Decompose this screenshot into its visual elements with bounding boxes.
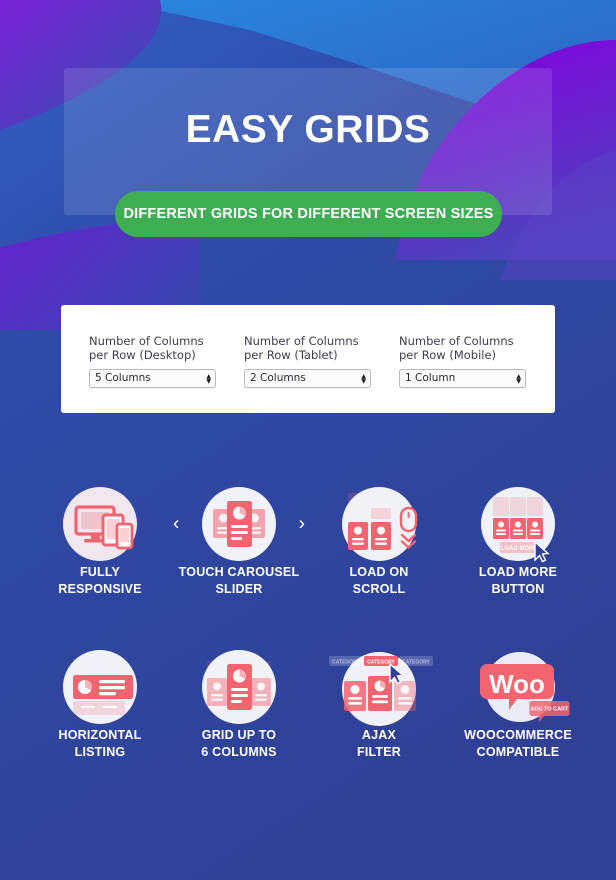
tablet-label-line1: Number of Columns [244, 334, 359, 348]
stepper-arrows-icon: ▲ ▼ [361, 372, 366, 385]
feature-label: WOOCOMMERCE COMPATIBLE [443, 727, 593, 761]
setting-group-mobile: Number of Columns per Row (Mobile) 1 Col… [399, 334, 554, 388]
grid-columns-icon [164, 647, 314, 727]
tablet-columns-label: Number of Columns per Row (Tablet) [244, 334, 399, 362]
feature-fully-responsive[interactable]: FULLY RESPONSIVE [25, 484, 175, 598]
hero-subtitle-button[interactable]: DIFFERENT GRIDS FOR DIFFERENT SCREEN SIZ… [115, 191, 502, 237]
feature-label-line2: BUTTON [491, 582, 545, 596]
feature-horizontal-listing[interactable]: HORIZONTAL LISTING [25, 647, 175, 761]
feature-label: TOUCH CAROUSEL SLIDER [164, 564, 314, 598]
carousel-slider-icon: ‹ › [164, 484, 314, 564]
desktop-columns-label: Number of Columns per Row (Desktop) [89, 334, 244, 362]
feature-label: AJAX FILTER [304, 727, 454, 761]
desktop-label-line2: per Row (Desktop) [89, 348, 196, 362]
page-title: EASY GRIDS [185, 108, 431, 151]
carousel-prev-arrow-icon[interactable]: ‹ [173, 515, 179, 534]
tablet-label-line2: per Row (Tablet) [244, 348, 338, 362]
feature-label-line2: FILTER [356, 745, 402, 759]
feature-load-more-button[interactable]: LOAD MORE LOAD MORE BUTTON [443, 484, 593, 598]
woocommerce-icon: $ Woo ADD TO CART [443, 647, 593, 727]
feature-ajax-filter[interactable]: CATEGORY CATEGORY CATEGORY AJAX FILTER [304, 647, 454, 761]
desktop-columns-select[interactable]: 5 Columns ▲ ▼ [89, 369, 216, 388]
feature-touch-carousel-slider[interactable]: ‹ › TOUCH CAROUSEL SLIDER [164, 484, 314, 598]
feature-label-line2: RESPONSIVE [58, 582, 142, 596]
responsive-devices-icon [25, 484, 175, 564]
feature-woocommerce-compatible[interactable]: $ Woo ADD TO CART WOOCOMMERCE COMPATIBLE [443, 647, 593, 761]
load-more-badge-text: LOAD MORE [501, 546, 538, 552]
feature-label: LOAD ON SCROLL [304, 564, 454, 598]
feature-label-line1: HORIZONTAL [58, 728, 142, 742]
mobile-label-line2: per Row (Mobile) [399, 348, 497, 362]
feature-label-line1: WOOCOMMERCE [464, 728, 572, 742]
feature-label-line1: LOAD MORE [478, 565, 558, 579]
feature-label-line1: GRID UP TO [201, 728, 277, 742]
feature-label: FULLY RESPONSIVE [25, 564, 175, 598]
setting-group-tablet: Number of Columns per Row (Tablet) 2 Col… [244, 334, 399, 388]
desktop-columns-value: 5 Columns [95, 372, 151, 384]
add-to-cart-badge-text: ADD TO CART [531, 707, 569, 713]
stepper-arrows-icon: ▲ ▼ [516, 372, 521, 385]
grid-settings-card: Number of Columns per Row (Desktop) 5 Co… [61, 305, 555, 413]
feature-label: HORIZONTAL LISTING [25, 727, 175, 761]
feature-label-line2: COMPATIBLE [476, 745, 560, 759]
setting-group-desktop: Number of Columns per Row (Desktop) 5 Co… [89, 334, 244, 388]
feature-label-line1: LOAD ON [349, 565, 409, 579]
horizontal-listing-icon [25, 647, 175, 727]
feature-label-line1: AJAX [361, 728, 397, 742]
feature-label: LOAD MORE BUTTON [443, 564, 593, 598]
mobile-columns-label: Number of Columns per Row (Mobile) [399, 334, 554, 362]
stepper-arrows-icon: ▲ ▼ [206, 372, 211, 385]
tablet-columns-select[interactable]: 2 Columns ▲ ▼ [244, 369, 371, 388]
feature-label-line2: SLIDER [215, 582, 263, 596]
tablet-columns-value: 2 Columns [250, 372, 306, 384]
mobile-columns-select[interactable]: 1 Column ▲ ▼ [399, 369, 526, 388]
feature-label-line1: FULLY [79, 565, 121, 579]
feature-label-line1: TOUCH CAROUSEL [178, 565, 300, 579]
mouse-scroll-icon [304, 484, 454, 564]
settings-row: Number of Columns per Row (Desktop) 5 Co… [61, 305, 555, 388]
mobile-label-line1: Number of Columns [399, 334, 514, 348]
feature-load-on-scroll[interactable]: LOAD ON SCROLL [304, 484, 454, 598]
desktop-label-line1: Number of Columns [89, 334, 204, 348]
load-more-button-icon: LOAD MORE [443, 484, 593, 564]
feature-grid-up-to-6-columns[interactable]: GRID UP TO 6 COLUMNS [164, 647, 314, 761]
feature-label-line2: SCROLL [352, 582, 406, 596]
mobile-columns-value: 1 Column [405, 372, 456, 384]
ajax-filter-icon: CATEGORY CATEGORY CATEGORY [304, 647, 454, 727]
woo-badge-text: Woo [489, 669, 545, 699]
feature-label-line2: LISTING [74, 745, 126, 759]
feature-label-line2: 6 COLUMNS [201, 745, 277, 759]
feature-label: GRID UP TO 6 COLUMNS [164, 727, 314, 761]
